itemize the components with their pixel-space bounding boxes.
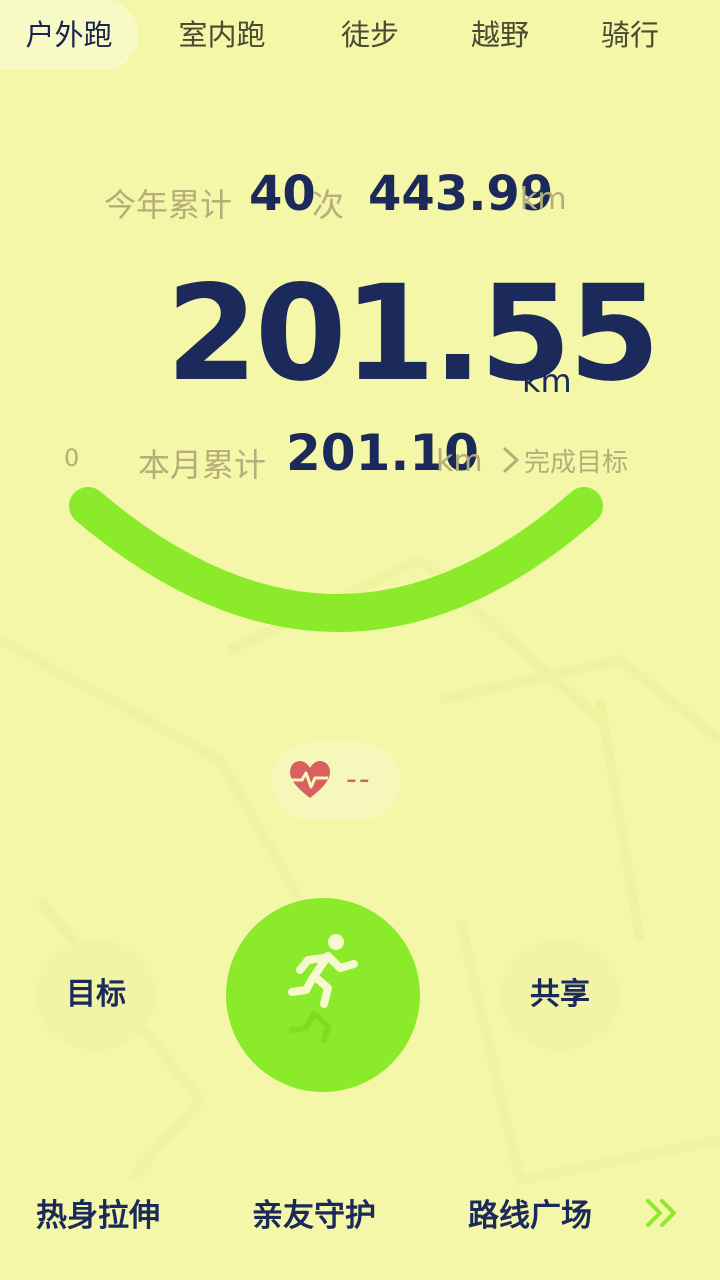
sport-type-tabs: 户外跑 室内跑 徒步 越野 骑行 <box>0 0 720 70</box>
share-button[interactable]: 共享 <box>500 940 620 1050</box>
progress-start-label: 0 <box>64 444 80 472</box>
tab-trail-run[interactable]: 越野 <box>450 0 550 70</box>
start-run-button[interactable] <box>226 898 420 1092</box>
heart-rate-value: -- <box>346 762 372 797</box>
heart-rate-icon <box>290 761 330 798</box>
tab-hiking[interactable]: 徒步 <box>320 0 420 70</box>
year-run-count-unit: 次 <box>312 186 345 224</box>
bottom-item-warmup[interactable]: 热身拉伸 <box>36 1190 160 1235</box>
total-distance-unit: km <box>522 362 572 400</box>
year-summary: 今年累计 40 次 443.99 km <box>0 166 720 236</box>
bottom-item-route-plaza[interactable]: 路线广场 <box>468 1190 592 1235</box>
monthly-progress-arc <box>69 487 603 632</box>
year-run-count: 40 <box>249 166 316 222</box>
tab-indoor-run[interactable]: 室内跑 <box>160 0 284 70</box>
goal-button[interactable]: 目标 <box>36 940 156 1050</box>
tab-outdoor-run[interactable]: 户外跑 <box>0 0 138 70</box>
double-chevron-right-icon[interactable] <box>644 1196 680 1230</box>
heart-rate-indicator: -- <box>272 742 400 820</box>
total-distance-value: 201.55 <box>166 257 660 411</box>
running-person-icon <box>288 934 358 1008</box>
year-distance-unit: km <box>520 182 567 217</box>
year-summary-label: 今年累计 <box>104 186 233 224</box>
tab-cycling[interactable]: 骑行 <box>580 0 680 70</box>
bottom-item-family-guard[interactable]: 亲友守护 <box>252 1190 376 1235</box>
running-person-reflection <box>289 1011 332 1043</box>
